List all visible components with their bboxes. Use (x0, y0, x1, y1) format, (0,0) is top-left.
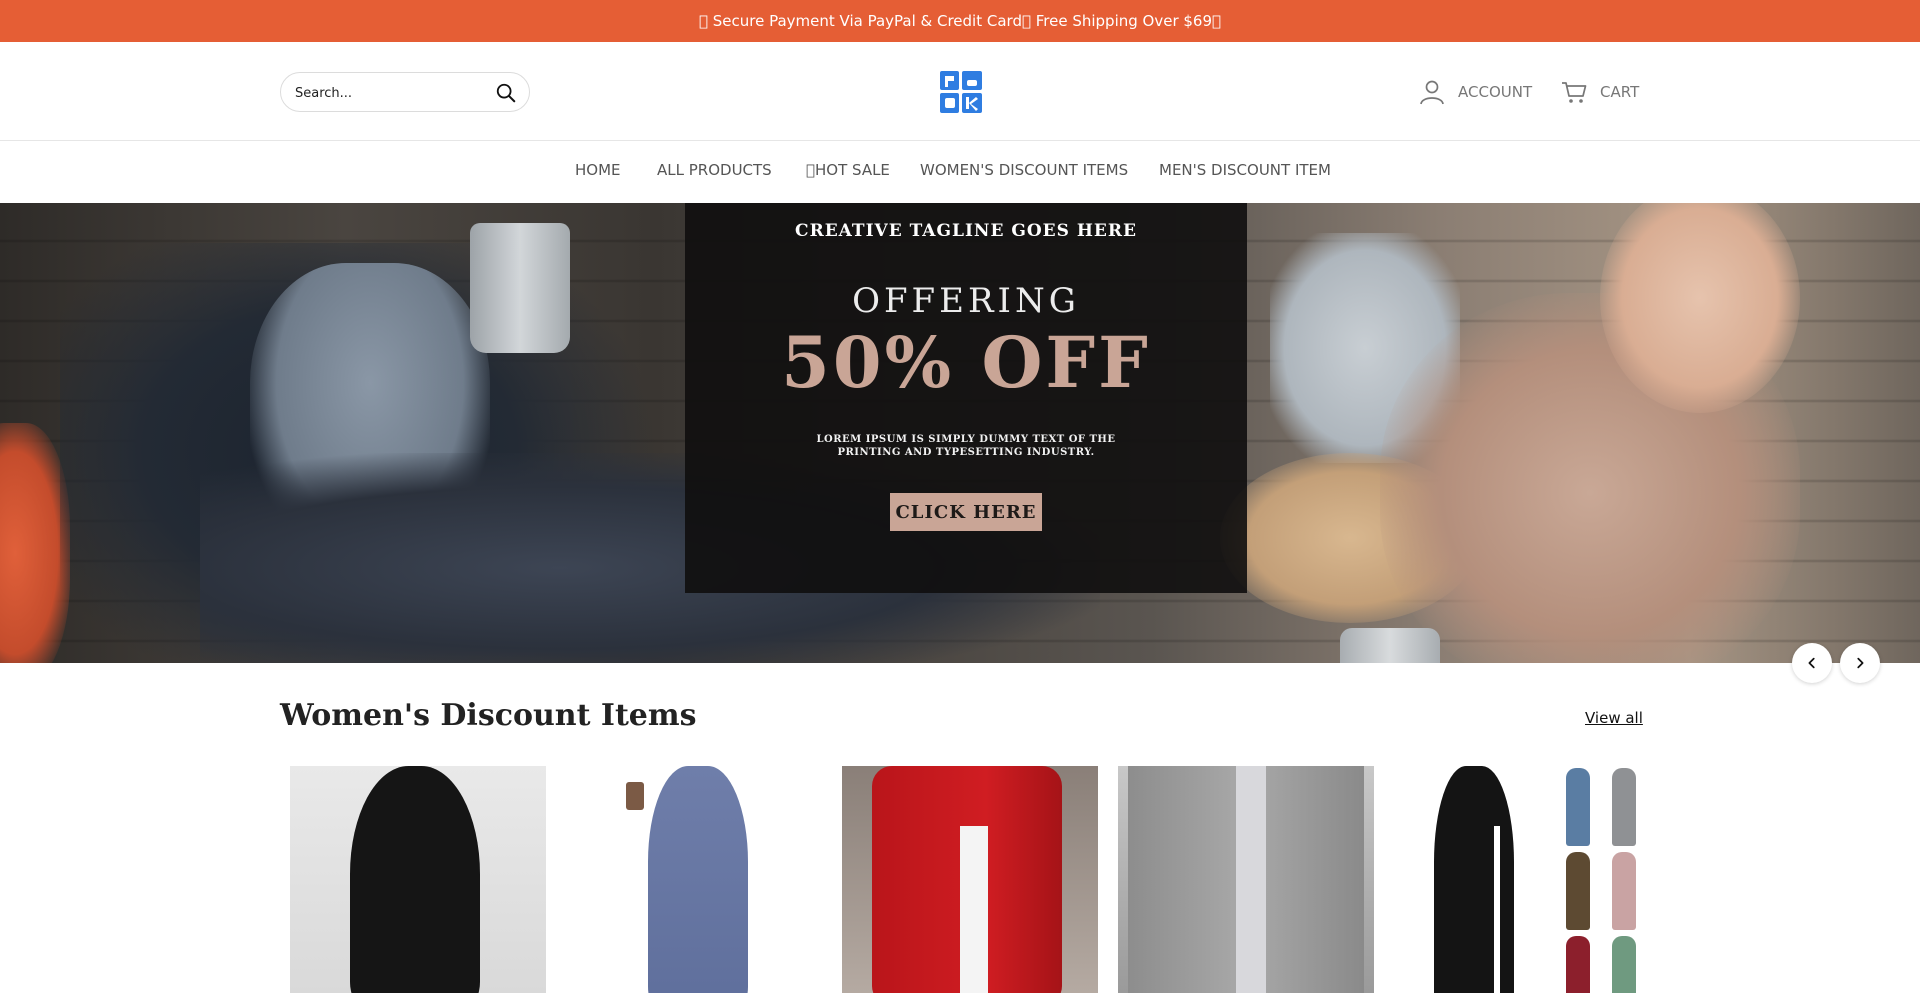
main-nav: HOME ALL PRODUCTS  HOT SALE WOMEN'S DISC… (0, 141, 1920, 203)
view-all-link[interactable]: View all (1585, 709, 1643, 727)
nav-item-home[interactable]: HOME (575, 161, 621, 179)
product-card[interactable] (566, 766, 822, 993)
nav-item-hot-sale[interactable]:  HOT SALE (806, 161, 890, 179)
promo-offering: OFFERING (852, 281, 1080, 321)
color-swatch (1566, 936, 1590, 993)
promo-body: LOREM IPSUM IS SIMPLY DUMMY TEXT OF THE … (816, 434, 1116, 458)
cart-link[interactable]: CART (1560, 78, 1639, 106)
account-label: ACCOUNT (1458, 83, 1533, 101)
hero-mug-2 (1340, 628, 1440, 663)
hero-banner[interactable]: CREATIVE TAGLINE GOES HERE OFFERING 50% … (0, 203, 1920, 663)
rack-logo-icon (940, 71, 982, 113)
logo[interactable] (940, 71, 982, 113)
hero-mug (470, 223, 570, 353)
announcement-text:   Secure Payment Via PayPal & Credit Car… (698, 12, 1222, 30)
account-link[interactable]: ACCOUNT (1418, 78, 1532, 106)
nav-item-all-products[interactable]: ALL PRODUCTS (657, 161, 772, 179)
product-image-detail (960, 826, 988, 993)
product-card[interactable] (290, 766, 546, 993)
color-swatch (1612, 852, 1636, 930)
product-image (350, 766, 480, 993)
nav-item-womens-discount[interactable]: WOMEN'S DISCOUNT ITEMS (920, 161, 1128, 179)
promo-cta-button[interactable]: CLICK HERE (890, 493, 1042, 531)
chevron-left-icon (1808, 657, 1815, 669)
product-image (1434, 766, 1514, 993)
product-card[interactable] (842, 766, 1098, 993)
cart-label: CART (1600, 83, 1640, 101)
search-input[interactable] (295, 82, 485, 104)
color-swatch (1566, 768, 1590, 846)
cart-icon (1562, 82, 1587, 103)
product-image-detail (1236, 766, 1266, 993)
section-title: Women's Discount Items (280, 698, 697, 733)
color-swatch (1566, 852, 1590, 930)
product-image (648, 766, 748, 993)
search-box[interactable] (280, 72, 530, 112)
promo-discount: 50% OFF (781, 321, 1151, 404)
nav-item-mens-discount[interactable]: MEN'S DISCOUNT ITEM (1159, 161, 1331, 179)
chevron-right-icon (1857, 657, 1864, 669)
announcement-bar:   Secure Payment Via PayPal & Credit Car… (0, 0, 1920, 42)
product-image-detail (626, 782, 644, 810)
color-swatch (1612, 936, 1636, 993)
site-header: ACCOUNT CART (0, 42, 1920, 141)
search-icon[interactable] (495, 82, 517, 104)
product-image-detail (1494, 826, 1500, 993)
user-icon (1420, 80, 1444, 105)
color-swatch (1612, 768, 1636, 846)
slider-next-button[interactable] (1840, 643, 1880, 683)
product-card[interactable] (1118, 766, 1374, 993)
product-card[interactable] (1394, 766, 1654, 993)
slider-prev-button[interactable] (1792, 643, 1832, 683)
promo-overlay: CREATIVE TAGLINE GOES HERE OFFERING 50% … (685, 203, 1247, 593)
promo-tagline: CREATIVE TAGLINE GOES HERE (795, 221, 1137, 241)
